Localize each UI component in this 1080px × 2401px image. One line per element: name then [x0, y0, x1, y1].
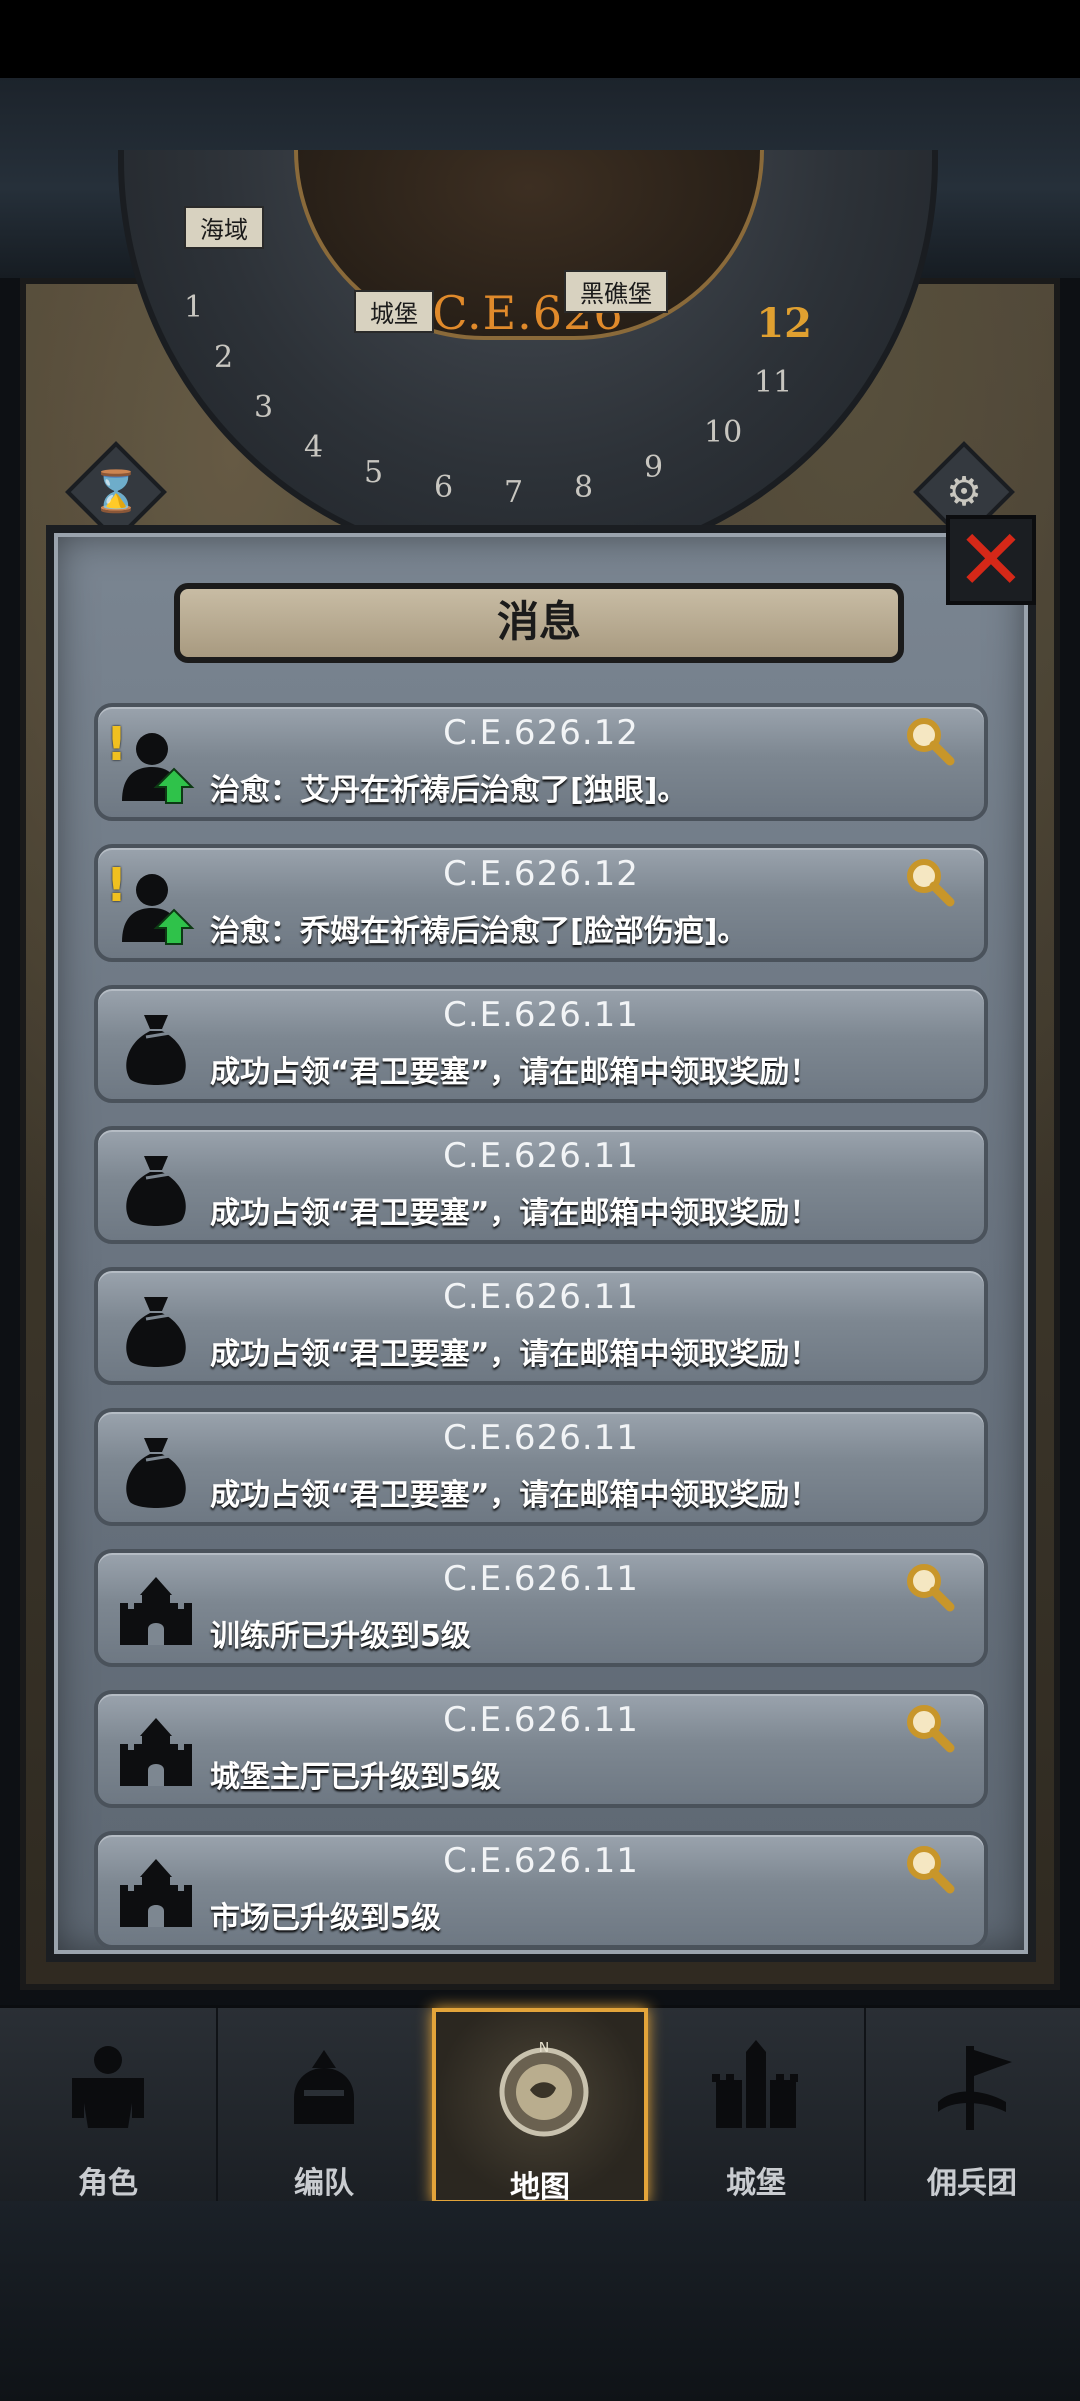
- nav-label: 编队: [294, 2166, 354, 2201]
- message-item[interactable]: C.E.626.11 成功占领“君卫要塞”，请在邮箱中领取奖励！: [94, 1267, 988, 1385]
- search-icon[interactable]: [902, 854, 956, 908]
- message-item[interactable]: ! C.E.626.12 治愈：艾丹在祈祷后治愈了[独眼]。: [94, 703, 988, 821]
- nav-item[interactable]: 佣兵团: [864, 2008, 1080, 2204]
- message-date: C.E.626.11: [443, 1418, 639, 1458]
- search-icon[interactable]: [902, 1559, 956, 1613]
- nav-item[interactable]: 角色: [0, 2008, 218, 2204]
- message-date: C.E.626.12: [443, 713, 639, 753]
- search-icon[interactable]: [902, 1700, 956, 1754]
- message-text: 训练所已升级到5级: [210, 1619, 471, 1654]
- knight-icon: [58, 2038, 158, 2138]
- search-icon[interactable]: [902, 1841, 956, 1895]
- message-date: C.E.626.11: [443, 1136, 639, 1176]
- month-number: 3: [254, 390, 274, 425]
- message-item[interactable]: C.E.626.11 成功占领“君卫要塞”，请在邮箱中领取奖励！: [94, 1126, 988, 1244]
- message-date: C.E.626.11: [443, 1559, 639, 1599]
- message-text: 成功占领“君卫要塞”，请在邮箱中领取奖励！: [210, 1478, 820, 1513]
- month-number: 7: [504, 475, 524, 510]
- message-date: C.E.626.11: [443, 1841, 639, 1881]
- hourglass-icon: ⌛: [91, 469, 141, 515]
- month-number: 8: [574, 470, 594, 505]
- bottom-nav: 角色 编队 N 地图 城堡 佣兵团: [0, 2005, 1080, 2205]
- calendar-month: 12: [756, 300, 812, 347]
- message-item[interactable]: C.E.626.11 训练所已升级到5级: [94, 1549, 988, 1667]
- month-number: 5: [364, 455, 384, 490]
- mercenary-banner-icon: [922, 2038, 1022, 2138]
- message-date: C.E.626.12: [443, 854, 639, 894]
- nav-label: 城堡: [726, 2166, 786, 2201]
- message-date: C.E.626.11: [443, 995, 639, 1035]
- message-date: C.E.626.11: [443, 1700, 639, 1740]
- nav-item[interactable]: 城堡: [648, 2008, 866, 2204]
- message-date: C.E.626.11: [443, 1277, 639, 1317]
- helmet-icon: [274, 2038, 374, 2138]
- message-list[interactable]: ! C.E.626.12 治愈：艾丹在祈祷后治愈了[独眼]。! C.E.626.12 治…: [94, 703, 988, 1953]
- close-icon: ✕: [955, 511, 1027, 609]
- month-number: 6: [434, 470, 454, 505]
- nav-label: 佣兵团: [927, 2166, 1017, 2201]
- message-text: 治愈：乔姆在祈祷后治愈了[脸部伤疤]。: [210, 914, 748, 949]
- location-label-sea: 海域: [184, 206, 264, 249]
- castle-icon: [706, 2038, 806, 2138]
- month-number: 11: [754, 365, 793, 400]
- svg-text:N: N: [539, 2042, 549, 2056]
- location-label-blackreef: 黑礁堡: [564, 270, 668, 313]
- compass-map-icon: N: [494, 2040, 594, 2142]
- location-label-castle: 城堡: [354, 290, 434, 333]
- message-text: 市场已升级到5级: [210, 1901, 441, 1936]
- message-text: 成功占领“君卫要塞”，请在邮箱中领取奖励！: [210, 1337, 820, 1372]
- month-number: 4: [304, 430, 324, 465]
- search-icon[interactable]: [902, 713, 956, 767]
- month-number: 2: [214, 340, 234, 375]
- message-text: 成功占领“君卫要塞”，请在邮箱中领取奖励！: [210, 1196, 820, 1231]
- nav-item[interactable]: N 地图: [432, 2008, 648, 2205]
- nav-label: 地图: [510, 2170, 570, 2205]
- nav-label: 角色: [78, 2166, 138, 2201]
- message-item[interactable]: C.E.626.11 市场已升级到5级: [94, 1831, 988, 1949]
- dialog-title: 消息: [174, 583, 904, 663]
- nav-item[interactable]: 编队: [216, 2008, 434, 2204]
- message-item[interactable]: C.E.626.11 成功占领“君卫要塞”，请在邮箱中领取奖励！: [94, 1408, 988, 1526]
- bottom-background: [0, 2201, 1080, 2401]
- message-item[interactable]: C.E.626.11 城堡主厅已升级到5级: [94, 1690, 988, 1808]
- message-text: 成功占领“君卫要塞”，请在邮箱中领取奖励！: [210, 1055, 820, 1090]
- month-number: 1: [184, 290, 204, 325]
- month-number: 9: [644, 450, 664, 485]
- close-button[interactable]: ✕: [946, 515, 1036, 605]
- month-number: 10: [704, 415, 743, 450]
- message-item[interactable]: C.E.626.11 成功占领“君卫要塞”，请在邮箱中领取奖励！: [94, 985, 988, 1103]
- message-text: 治愈：艾丹在祈祷后治愈了[独眼]。: [210, 773, 688, 808]
- message-item[interactable]: ! C.E.626.12 治愈：乔姆在祈祷后治愈了[脸部伤疤]。: [94, 844, 988, 962]
- status-bar-area: [0, 0, 1080, 78]
- message-text: 城堡主厅已升级到5级: [210, 1760, 501, 1795]
- messages-dialog: 消息 ! C.E.626.12 治愈：艾丹在祈祷后治愈了[独眼]。! C.E.626.…: [46, 525, 1036, 1962]
